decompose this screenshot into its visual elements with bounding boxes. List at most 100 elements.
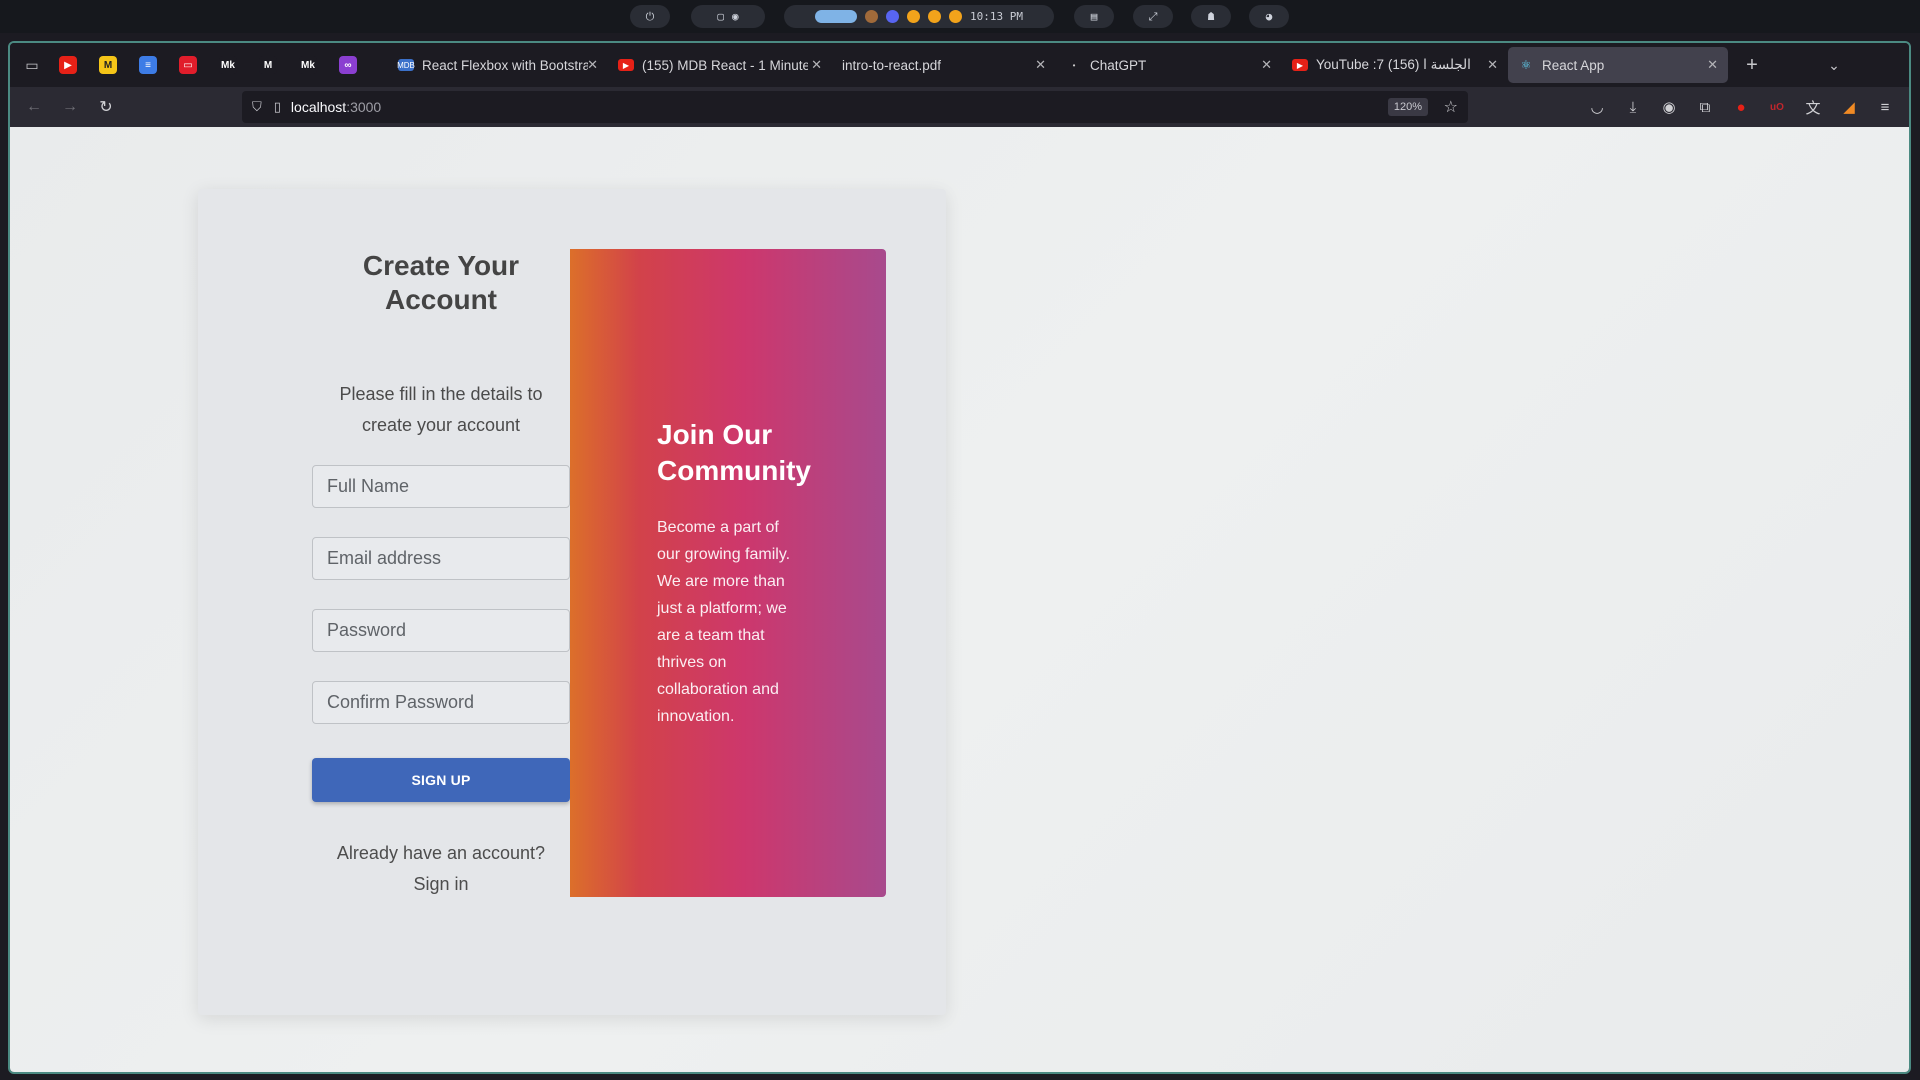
files-button[interactable]: ▤ xyxy=(1074,5,1114,28)
close-icon[interactable]: ✕ xyxy=(1035,57,1046,73)
discord-icon[interactable] xyxy=(886,10,899,23)
window-icon: ▢ xyxy=(717,10,724,23)
menu-button[interactable]: ≡ xyxy=(1869,91,1901,123)
react-icon: ⚛ xyxy=(1520,58,1532,72)
signup-button[interactable]: SIGN UP xyxy=(312,758,570,802)
youtube-icon: ▶ xyxy=(618,59,634,71)
community-title: Join Our Community xyxy=(657,419,811,486)
close-icon[interactable]: ✕ xyxy=(1707,57,1718,73)
form-subtitle: Please fill in the details to create you… xyxy=(339,384,543,435)
tab-title: YouTube :7 الجلسة ا (156) xyxy=(1316,57,1471,72)
clock: 10:13 PM xyxy=(970,10,1023,23)
media-icon[interactable] xyxy=(928,10,941,23)
miro-icon: M xyxy=(99,56,117,74)
signin-link[interactable]: Sign in xyxy=(312,869,570,900)
tab-overview-button[interactable]: ▭ xyxy=(16,49,48,81)
youtube-extension-button[interactable]: ● xyxy=(1725,91,1757,123)
toolbar-right: ◡ ⤓ ◉ ⧉ ● uO 文 ◢ ≡ xyxy=(1581,91,1901,123)
reload-icon: ↻ xyxy=(99,99,113,116)
arrow-left-icon: ← xyxy=(26,98,42,115)
pinned-tab-gmail[interactable]: M xyxy=(248,47,288,83)
chatgpt-icon: • xyxy=(1072,60,1076,70)
ghost-button[interactable]: ☗ xyxy=(1191,5,1231,28)
tab-list-button[interactable]: ⌄ xyxy=(1818,49,1850,81)
close-icon[interactable]: ✕ xyxy=(587,57,598,73)
tab-title: (155) MDB React - 1 Minute xyxy=(642,57,808,73)
zoom-indicator[interactable]: 120% xyxy=(1387,98,1428,116)
tab-react-app[interactable]: ⚛ React App ✕ xyxy=(1508,47,1728,83)
tab-youtube-session[interactable]: ▶ YouTube :7 الجلسة ا (156) ✕ xyxy=(1282,47,1508,83)
close-icon[interactable]: ✕ xyxy=(1261,57,1272,73)
tab-title: ChatGPT xyxy=(1090,57,1147,73)
tab-react-flexbox[interactable]: MDB React Flexbox with Bootstra ✕ xyxy=(388,47,608,83)
red-app-icon: ▭ xyxy=(179,56,197,74)
palette-icon: ◢ xyxy=(1843,99,1855,116)
url-bar[interactable]: ⛉ ▯ localhost:3000 120% ☆ xyxy=(242,91,1468,123)
account-button[interactable]: ◉ xyxy=(1653,91,1685,123)
tab-intro-to-react-pdf[interactable]: intro-to-react.pdf ✕ xyxy=(832,47,1056,83)
pinned-tab-medium[interactable]: Mk xyxy=(208,47,248,83)
palette-icon: ◕ xyxy=(1265,10,1273,23)
community-panel: Join Our Community Become a part of our … xyxy=(570,249,886,897)
signin-prompt: Already have an account? Sign in xyxy=(312,838,570,900)
tab-title: React App xyxy=(1542,57,1605,73)
bookmark-star-icon[interactable]: ☆ xyxy=(1444,97,1458,117)
downloads-button[interactable]: ⤓ xyxy=(1617,91,1649,123)
signup-card: Create Your Account Please fill in the d… xyxy=(198,189,946,1015)
full-name-input[interactable]: Full Name xyxy=(312,465,570,508)
extensions-button[interactable]: ⧉ xyxy=(1689,91,1721,123)
plus-icon: + xyxy=(1746,53,1758,76)
color-extension-button[interactable]: ◢ xyxy=(1833,91,1865,123)
youtube-icon: ▶ xyxy=(59,56,77,74)
pinned-tab-red-app[interactable]: ▭ xyxy=(168,47,208,83)
workspace-pill[interactable]: ▢ ◉ xyxy=(691,5,765,28)
shield-icon[interactable]: ⛉ xyxy=(252,99,262,115)
power-button[interactable]: ⏻ xyxy=(630,5,670,28)
close-icon[interactable]: ✕ xyxy=(811,57,822,73)
app-icon[interactable] xyxy=(865,10,878,23)
palette-button[interactable]: ◕ xyxy=(1249,5,1289,28)
page-viewport: Create Your Account Please fill in the d… xyxy=(10,127,1909,1072)
media-icon[interactable] xyxy=(949,10,962,23)
gmail-icon: M xyxy=(259,56,277,74)
firefox-icon[interactable] xyxy=(815,10,857,23)
back-button[interactable]: ← xyxy=(16,91,52,123)
docs-icon: ≡ xyxy=(139,56,157,74)
desktop-top-bar: ⏻ ▢ ◉ 10:13 PM ▤ ⤢ ☗ ◕ xyxy=(0,0,1920,33)
medium-icon: Mk xyxy=(299,56,317,74)
translate-button[interactable]: 文 xyxy=(1797,91,1829,123)
navigation-bar: ← → ↻ ⛉ ▯ localhost:3000 120% ☆ ◡ ⤓ ◉ ⧉ … xyxy=(10,87,1909,127)
tab-mdb-react-video[interactable]: ▶ (155) MDB React - 1 Minute ✕ xyxy=(608,47,832,83)
tab-title: intro-to-react.pdf xyxy=(842,57,942,73)
hamburger-menu-icon: ≡ xyxy=(1880,98,1890,116)
email-input[interactable]: Email address xyxy=(312,537,570,580)
confirm-password-input[interactable]: Confirm Password xyxy=(312,681,570,724)
new-tab-button[interactable]: + xyxy=(1736,49,1768,81)
translate-icon: 文 xyxy=(1805,99,1821,117)
screenshot-icon: ⤢ xyxy=(1148,9,1158,23)
screenshot-button[interactable]: ⤢ xyxy=(1133,5,1173,28)
pinned-tab-youtube[interactable]: ▶ xyxy=(48,47,88,83)
pinned-tab-medium-2[interactable]: Mk xyxy=(288,47,328,83)
pinned-tab-docs[interactable]: ≡ xyxy=(128,47,168,83)
purple-app-icon: ∞ xyxy=(339,56,357,74)
password-input[interactable]: Password xyxy=(312,609,570,652)
pocket-button[interactable]: ◡ xyxy=(1581,91,1613,123)
ublock-button[interactable]: uO xyxy=(1761,91,1793,123)
media-icon[interactable] xyxy=(907,10,920,23)
community-description: Become a part of our growing family. We … xyxy=(657,519,791,725)
close-icon[interactable]: ✕ xyxy=(1487,57,1498,73)
youtube-icon: ▶ xyxy=(1292,59,1308,71)
pinned-tab-purple-app[interactable]: ∞ xyxy=(328,47,368,83)
download-icon: ⤓ xyxy=(1629,98,1637,116)
tab-chatgpt[interactable]: • ChatGPT ✕ xyxy=(1056,47,1282,83)
url-port: :3000 xyxy=(346,99,382,115)
already-have-account-text: Already have an account? xyxy=(336,843,546,863)
reload-button[interactable]: ↻ xyxy=(88,91,124,123)
forward-button[interactable]: → xyxy=(52,91,88,123)
account-icon: ◉ xyxy=(1662,99,1676,116)
form-fields: Full Name Email address Password Confirm… xyxy=(312,465,570,724)
tab-strip: ▭ ▶ M ≡ ▭ Mk M Mk ∞ MDB React Flexbox wi… xyxy=(10,43,1909,87)
youtube-icon: ● xyxy=(1736,98,1746,116)
pinned-tab-miro[interactable]: M xyxy=(88,47,128,83)
